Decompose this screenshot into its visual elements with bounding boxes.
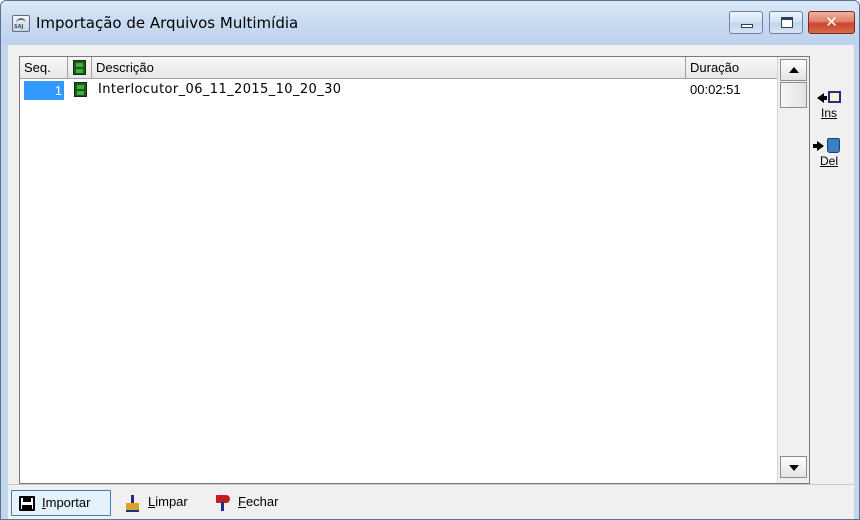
client-area: Seq. Descrição Duração 1 Interlocutor_06… [8, 45, 854, 519]
close-window-button[interactable]: ✕ [808, 11, 855, 34]
minimize-icon [741, 24, 753, 28]
delete-button[interactable]: Del [813, 137, 844, 168]
arrow-down-icon [789, 465, 799, 471]
title-bar[interactable]: Importação de Arquivos Multimídia ✕ [1, 1, 859, 45]
scroll-thumb[interactable] [780, 82, 807, 108]
minimize-button[interactable] [729, 11, 763, 34]
delete-bin-icon [813, 137, 844, 155]
close-icon: ✕ [825, 13, 838, 31]
app-icon[interactable] [12, 15, 30, 32]
bottom-toolbar: Importar Limpar Fechar [8, 484, 854, 519]
column-header-description[interactable]: Descrição [92, 57, 686, 79]
insert-arrow-icon [814, 89, 844, 107]
import-media-window: Importação de Arquivos Multimídia ✕ Seq.… [0, 0, 860, 520]
close-label-mnemonic: F [238, 494, 246, 509]
maximize-icon [781, 17, 793, 28]
media-files-grid[interactable]: Seq. Descrição Duração 1 Interlocutor_06… [19, 56, 810, 484]
import-label: mportar [45, 495, 91, 510]
scroll-up-button[interactable] [780, 59, 807, 81]
row-description-cell[interactable]: Interlocutor_06_11_2015_10_20_30 [98, 79, 688, 101]
row-seq-cell[interactable]: 1 [24, 81, 64, 100]
broom-icon [125, 495, 141, 512]
table-row[interactable]: 1 Interlocutor_06_11_2015_10_20_30 00:02… [20, 79, 777, 101]
floppy-disk-icon [19, 496, 35, 511]
column-header-media[interactable] [68, 57, 92, 79]
close-label: echar [245, 494, 279, 509]
window-title: Importação de Arquivos Multimídia [36, 14, 299, 32]
import-button[interactable]: Importar [11, 490, 111, 516]
row-media-cell [74, 79, 92, 101]
film-icon [73, 60, 86, 76]
grid-header: Seq. Descrição Duração [20, 57, 777, 79]
vertical-scrollbar[interactable] [777, 57, 809, 483]
insert-button[interactable]: Ins [814, 89, 844, 120]
column-header-duration[interactable]: Duração [686, 57, 777, 79]
arrow-up-icon [789, 67, 799, 73]
row-duration-cell[interactable]: 00:02:51 [690, 79, 776, 101]
scroll-down-button[interactable] [780, 456, 807, 478]
close-button[interactable]: Fechar [208, 490, 296, 516]
insert-label: Ins [820, 106, 837, 120]
film-icon [74, 82, 87, 98]
flag-icon [215, 495, 231, 511]
clear-button[interactable]: Limpar [118, 490, 202, 516]
maximize-button[interactable] [769, 11, 803, 34]
column-header-seq[interactable]: Seq. [20, 57, 68, 79]
delete-label: Del [819, 154, 838, 168]
clear-label: impar [155, 494, 188, 509]
